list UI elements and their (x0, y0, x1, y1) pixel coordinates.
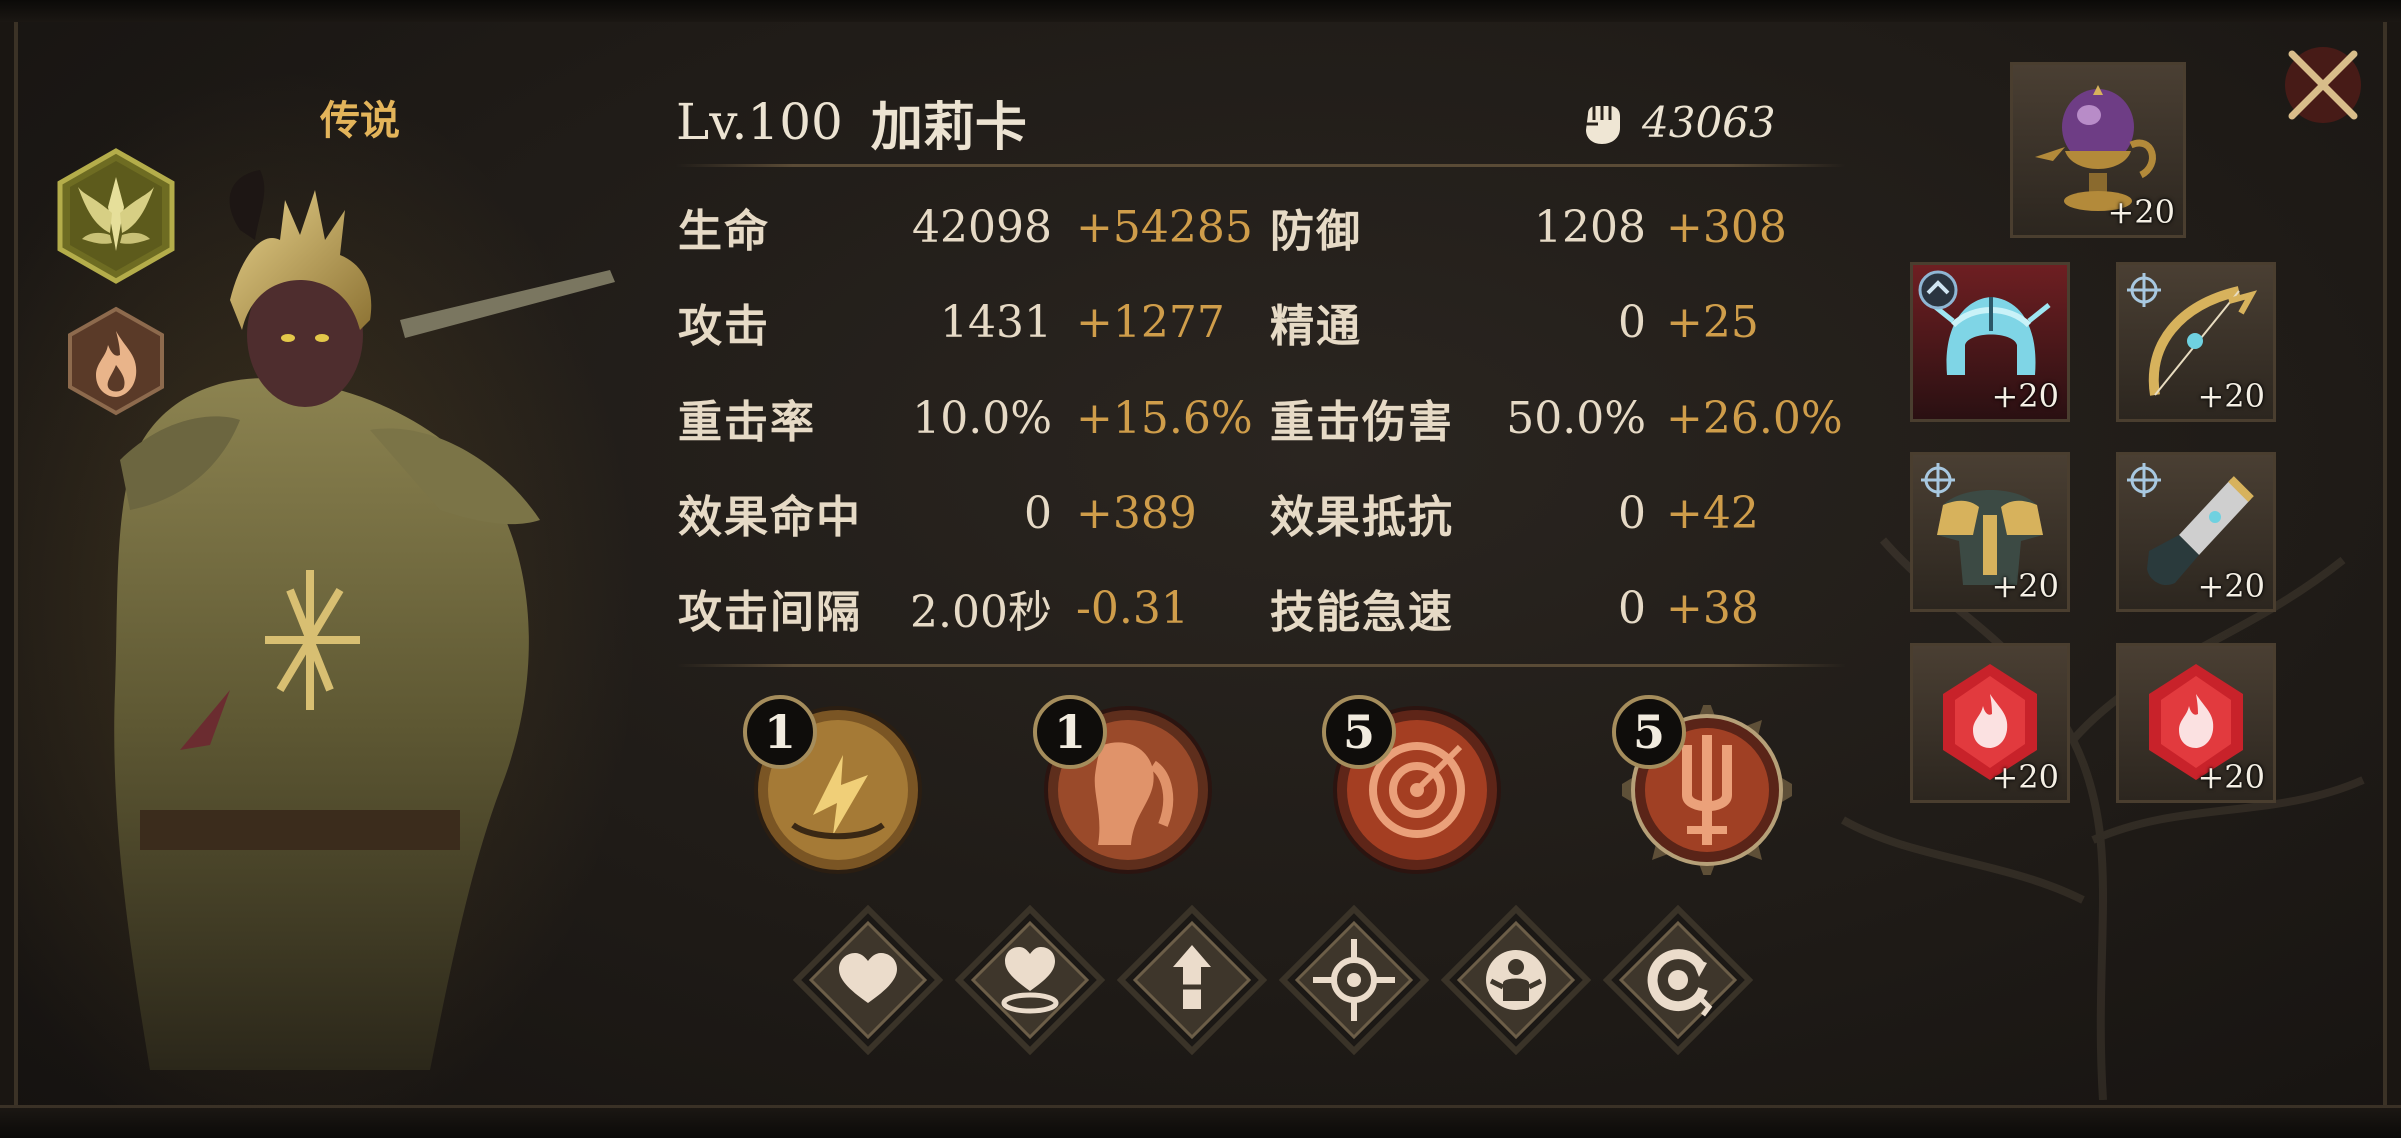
equip-slot-weapon[interactable]: +20 (2116, 262, 2276, 422)
stat-label: 重击率 (678, 397, 816, 448)
stat-base: 10.0% (912, 392, 1052, 444)
target-badge-icon (2127, 463, 2161, 497)
guardian-icon[interactable] (1441, 905, 1591, 1055)
stat-label: 效果抵抗 (1270, 492, 1454, 543)
skill-level: 5 (1612, 695, 1686, 769)
stat-label: 攻击间隔 (678, 587, 862, 638)
stat-row: 防御 1208 +308 (1270, 197, 1830, 258)
equip-slot-gloves[interactable]: +20 (2116, 452, 2276, 612)
hero-portrait (114, 170, 615, 1070)
stat-row: 技能急速 0 +38 (1270, 578, 1830, 639)
stat-label: 技能急速 (1270, 587, 1454, 638)
stat-bonus: +25 (1666, 296, 1759, 348)
equip-level: +20 (1991, 758, 2059, 796)
stat-bonus: +1277 (1076, 296, 1225, 348)
equip-level: +20 (2197, 567, 2265, 605)
stats-divider (676, 664, 1846, 667)
stat-bonus: +42 (1666, 487, 1759, 539)
bottom-border (0, 1105, 2401, 1138)
rarity-label: 传说 (320, 97, 400, 144)
skill-4-ultimate[interactable]: 5 (1612, 695, 1802, 885)
combat-power-value: 43063 (1642, 97, 1776, 147)
stat-bonus: +26.0% (1666, 392, 1843, 444)
set-badge-icon (1918, 270, 1958, 310)
stat-row: 效果抵抗 0 +42 (1270, 483, 1830, 544)
stat-bonus: +308 (1666, 201, 1787, 253)
equip-slot-gem-2[interactable]: +20 (2116, 643, 2276, 803)
stat-label: 精通 (1270, 301, 1362, 352)
skill-level: 1 (743, 695, 817, 769)
stat-row: 重击伤害 50.0% +26.0% (1270, 388, 1843, 449)
stat-base: 0 (1024, 487, 1052, 539)
skill-level: 5 (1322, 695, 1396, 769)
stat-label: 攻击 (678, 301, 770, 352)
stat-row: 重击率 10.0% +15.6% (678, 388, 1253, 449)
heart-icon[interactable] (793, 905, 943, 1055)
equip-slot-gem-1[interactable]: +20 (1910, 643, 2070, 803)
sword-up-icon[interactable] (1117, 905, 1267, 1055)
cycle-icon[interactable] (1603, 905, 1753, 1055)
stat-label: 效果命中 (678, 492, 862, 543)
hero-level: Lv.100 (676, 93, 843, 151)
skill-3[interactable]: 5 (1322, 695, 1502, 875)
target-badge-icon (1921, 463, 1955, 497)
stat-base: 1208 (1534, 201, 1646, 253)
stat-base: 0 (1618, 296, 1646, 348)
equip-level: +20 (1991, 567, 2059, 605)
equip-slot-artifact[interactable]: +20 (2010, 62, 2186, 238)
equip-level: +20 (1991, 377, 2059, 415)
stat-row: 生命 42098 +54285 (678, 197, 1253, 258)
stat-bonus: -0.31 (1076, 582, 1189, 634)
equip-level: +20 (2107, 193, 2175, 231)
stat-base: 2.00秒 (910, 587, 1052, 638)
skill-2[interactable]: 1 (1033, 695, 1213, 875)
header-divider (676, 164, 1846, 167)
heart-shield-icon[interactable] (955, 905, 1105, 1055)
skill-1[interactable]: 1 (743, 695, 923, 875)
stat-base: 0 (1618, 582, 1646, 634)
stat-label: 防御 (1270, 206, 1362, 257)
stat-bonus: +54285 (1076, 201, 1253, 253)
stat-label: 生命 (678, 206, 770, 257)
stat-row: 效果命中 0 +389 (678, 483, 1238, 544)
stat-row: 攻击 1431 +1277 (678, 292, 1238, 353)
equip-level: +20 (2197, 377, 2265, 415)
equip-slot-helmet[interactable]: +20 (1910, 262, 2070, 422)
stat-row: 攻击间隔 2.00秒 -0.31 (678, 578, 1238, 639)
stat-base: 50.0% (1506, 392, 1646, 444)
stat-base: 1431 (940, 296, 1052, 348)
skill-level: 1 (1033, 695, 1107, 769)
equip-slot-armor[interactable]: +20 (1910, 452, 2070, 612)
stat-row: 精通 0 +25 (1270, 292, 1830, 353)
hero-name: 加莉卡 (870, 96, 1027, 158)
fist-icon (1586, 106, 1620, 144)
stat-bonus: +15.6% (1076, 392, 1253, 444)
stat-base: 42098 (912, 201, 1052, 253)
target-badge-icon (2127, 273, 2161, 307)
tree-decoration (1841, 537, 2365, 1100)
close-icon[interactable] (2278, 40, 2368, 130)
stat-bonus: +38 (1666, 582, 1759, 634)
equip-level: +20 (2197, 758, 2265, 796)
hero-name-row: Lv.100 加莉卡 (676, 86, 1027, 158)
top-border (0, 0, 2401, 22)
stat-base: 0 (1618, 487, 1646, 539)
combat-power: 43063 (1580, 92, 1776, 152)
stat-bonus: +389 (1076, 487, 1197, 539)
crosshair-icon[interactable] (1279, 905, 1429, 1055)
stat-label: 重击伤害 (1270, 397, 1454, 448)
